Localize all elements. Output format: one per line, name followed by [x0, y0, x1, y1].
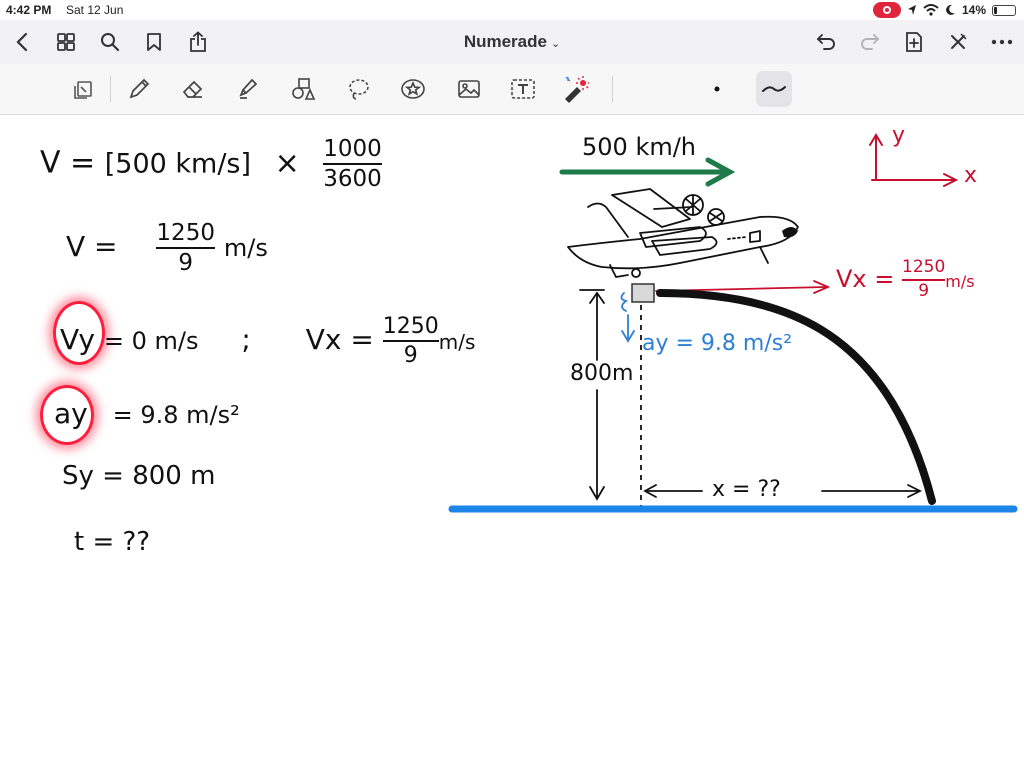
- fraction-denominator: 9: [178, 250, 194, 277]
- fraction-denominator: 9: [403, 343, 418, 369]
- dot-icon[interactable]: [702, 74, 732, 104]
- note-line-velocity-result: V = 1250 9 m/s: [66, 221, 268, 275]
- trajectory-curve: [656, 289, 936, 505]
- distance-arrow: [643, 484, 923, 498]
- vx-diagram-label: Vx = 1250 9 m/s: [836, 257, 975, 301]
- text-icon[interactable]: [508, 74, 538, 104]
- add-page-icon[interactable]: [900, 28, 928, 56]
- speed-label: 500 km/h: [582, 133, 697, 161]
- vy-value: = 0 m/s: [103, 327, 199, 356]
- vx-label: Vx =: [305, 323, 383, 357]
- airplane-nose: [782, 227, 798, 238]
- conversion-fraction: 1000 3600: [323, 137, 382, 191]
- close-icon[interactable]: [944, 28, 972, 56]
- pen-icon[interactable]: [124, 74, 154, 104]
- airplane-sketch: [567, 188, 799, 278]
- navigation-bar: Numerade ⌄: [0, 20, 1024, 64]
- note-line-acceleration: ay = 9.8 m/s²: [54, 397, 240, 430]
- ay-value: = 9.8 m/s²: [112, 401, 240, 429]
- distance-label: x = ??: [712, 477, 781, 502]
- chevron-down-icon: ⌄: [550, 38, 561, 50]
- note-line-components: Vy = 0 m/s ; Vx = 1250 9 m/s: [60, 315, 475, 367]
- axes-arrows: [869, 133, 959, 187]
- status-bar: 4:42 PM Sat 12 Jun 14%: [0, 0, 1024, 20]
- v-label: V =: [40, 145, 105, 181]
- diagram-drawing: [448, 133, 1018, 513]
- document-title-text: Numerade: [463, 32, 547, 51]
- vy-label: Vy: [60, 323, 95, 357]
- tool-bar: [0, 64, 1024, 115]
- bracket-value: [500 km/s]: [104, 148, 252, 180]
- eraser-icon[interactable]: [178, 74, 208, 104]
- shapes-icon[interactable]: [288, 74, 318, 104]
- status-time: 4:42 PM: [6, 3, 52, 17]
- ay-label: ay: [54, 397, 88, 430]
- lasso-icon[interactable]: [344, 74, 374, 104]
- sticker-icon[interactable]: [398, 74, 428, 104]
- vx-diagram-unit: m/s: [945, 271, 975, 291]
- status-date: Sat 12 Jun: [66, 3, 124, 17]
- vx-diagram-lhs: Vx =: [836, 264, 902, 293]
- fraction-denominator: 9: [918, 280, 930, 301]
- undo-icon[interactable]: [812, 28, 840, 56]
- fraction-denominator: 3600: [323, 166, 382, 193]
- note-line-time: t = ??: [74, 527, 151, 557]
- redo-icon[interactable]: [856, 28, 884, 56]
- velocity-unit: m/s: [223, 234, 268, 263]
- stroke-style-icon[interactable]: [756, 71, 792, 107]
- note-line-displacement: Sy = 800 m: [62, 461, 216, 491]
- battery-icon: [992, 4, 1016, 16]
- image-icon[interactable]: [454, 74, 484, 104]
- ay-diagram-label: ay = 9.8 m/s²: [642, 331, 793, 356]
- semicolon: ;: [241, 323, 251, 357]
- location-icon: [907, 5, 916, 15]
- screen-record-icon[interactable]: [872, 2, 901, 18]
- times-sign: ×: [274, 145, 300, 181]
- axis-y-label: y: [892, 123, 906, 148]
- highlighter-icon[interactable]: [232, 74, 262, 104]
- fraction-numerator: 1250: [382, 314, 439, 339]
- vx-fraction: 1250 9: [382, 314, 439, 369]
- height-arrow: [579, 289, 605, 501]
- height-label: 800m: [570, 361, 634, 386]
- velocity-fraction: 1250 9: [156, 221, 215, 275]
- fraction-numerator: 1250: [156, 220, 215, 246]
- battery-percent: 14%: [961, 3, 986, 17]
- package-box: [631, 283, 655, 303]
- vx-diagram-fraction: 1250 9: [902, 257, 946, 301]
- fraction-numerator: 1250: [902, 257, 946, 277]
- note-canvas[interactable]: V = [500 km/s] × 1000 3600 V = 1250 9 m/…: [0, 115, 1024, 768]
- wifi-icon: [923, 4, 939, 16]
- document-icon[interactable]: [68, 74, 98, 104]
- more-icon[interactable]: [988, 28, 1016, 56]
- axis-x-label: x: [964, 163, 978, 188]
- fraction-numerator: 1000: [323, 136, 382, 162]
- laser-pointer-icon[interactable]: [560, 74, 590, 104]
- note-line-velocity-conversion: V = [500 km/s] × 1000 3600: [40, 137, 382, 191]
- v-label: V =: [66, 230, 127, 264]
- vx-unit: m/s: [438, 330, 476, 355]
- moon-icon: [946, 4, 955, 15]
- speed-arrow: [559, 157, 736, 187]
- status-icons: 14%: [872, 2, 1016, 18]
